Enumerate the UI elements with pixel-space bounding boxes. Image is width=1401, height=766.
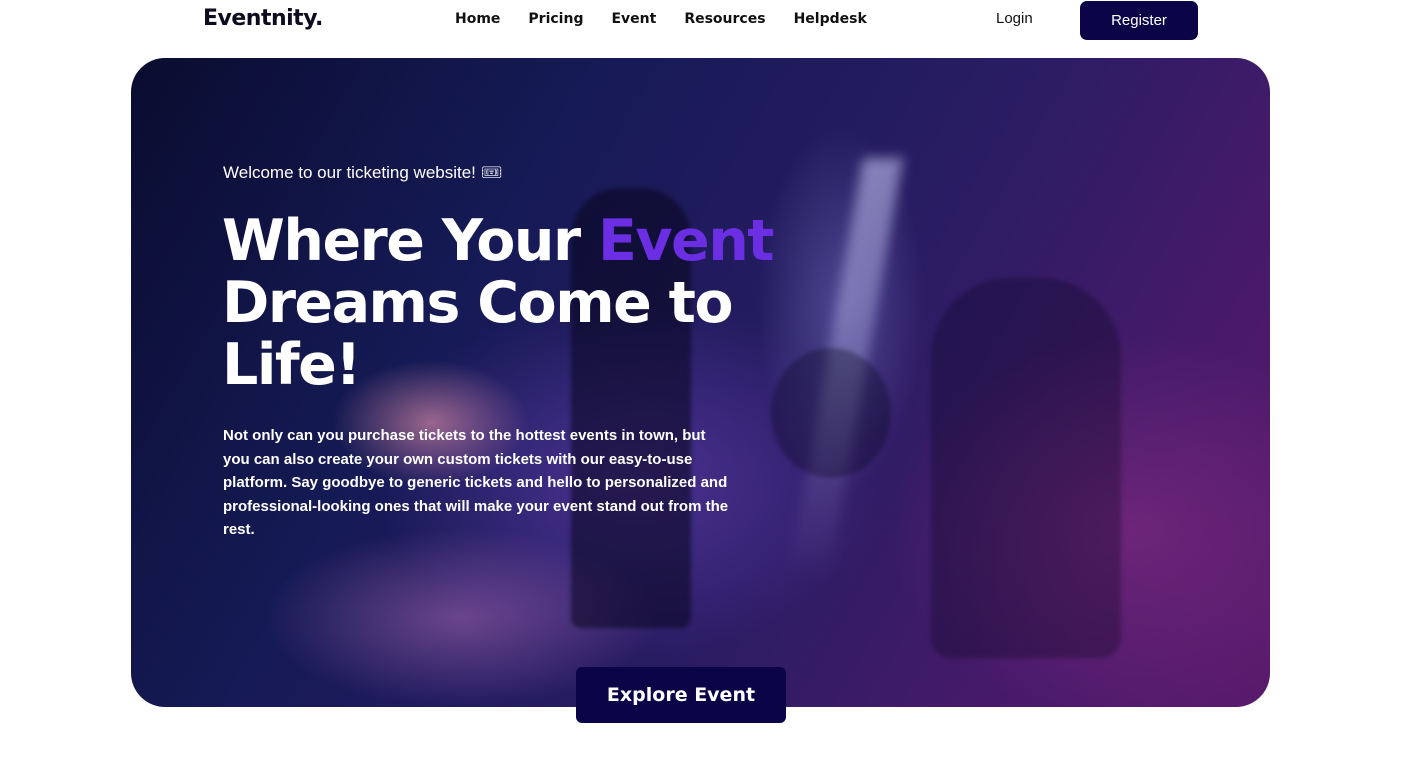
nav-pricing[interactable]: Pricing	[528, 11, 583, 27]
nav-event[interactable]: Event	[611, 11, 656, 27]
headline-part2: Dreams Come to Life!	[222, 270, 734, 398]
main-nav: Home Pricing Event Resources Helpdesk	[455, 11, 867, 27]
hero-banner: Welcome to our ticketing website! 🎟 Wher…	[131, 58, 1270, 707]
nav-helpdesk[interactable]: Helpdesk	[794, 11, 867, 27]
nav-home[interactable]: Home	[455, 11, 500, 27]
hero-headline: Where Your Event Dreams Come to Life!	[222, 210, 822, 396]
hero-description: Not only can you purchase tickets to the…	[223, 427, 729, 538]
headline-accent: Event	[597, 208, 775, 274]
register-button[interactable]: Register	[1080, 1, 1198, 40]
explore-event-button[interactable]: Explore Event	[576, 667, 786, 723]
nav-resources[interactable]: Resources	[684, 11, 765, 27]
welcome-text: Welcome to our ticketing website! 🎟	[223, 163, 503, 182]
headline-part1: Where Your	[222, 208, 598, 274]
page: Eventnity. Home Pricing Event Resources …	[0, 0, 1401, 766]
logo[interactable]: Eventnity.	[203, 6, 323, 31]
guitarist-silhouette-image	[931, 278, 1121, 658]
login-link[interactable]: Login	[996, 10, 1033, 27]
